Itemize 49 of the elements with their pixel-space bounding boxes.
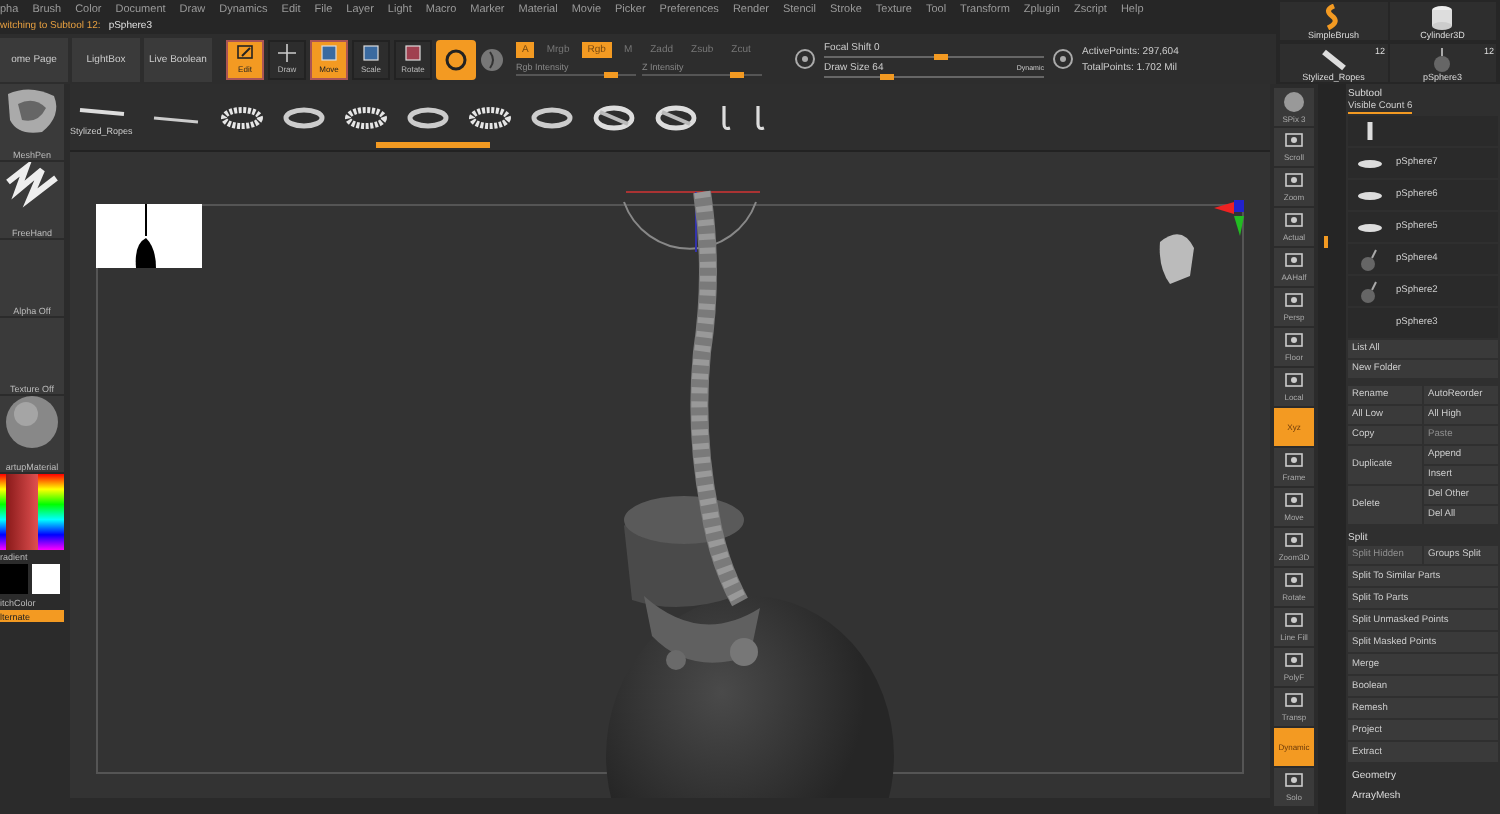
rope-ring-icon [530,105,575,129]
draw-icon [278,44,296,62]
monitor-icon [1284,652,1304,670]
rope-ring-icon [406,105,451,129]
monitor-icon [1284,492,1304,510]
head-orientation-icon[interactable] [1159,234,1194,284]
hook-icon [750,103,767,131]
rope-ring-icon [468,105,513,129]
secondary-color-swatch[interactable] [32,564,60,594]
dial-icon [794,48,816,70]
monitor-icon [1284,172,1304,190]
monitor-icon [1284,292,1304,310]
sphere-icon [480,47,504,71]
rope-ring-icon [282,105,327,129]
main-color-swatch[interactable] [0,564,28,594]
slider-thumb[interactable] [879,73,893,79]
color-picker[interactable] [0,474,64,550]
rope-ring-icon [344,105,389,129]
monitor-icon [1284,372,1304,390]
edit-icon [236,44,254,62]
knot-icon [654,103,699,131]
rope-ring-icon [220,105,265,129]
ring-button[interactable] [436,39,476,79]
slider-thumb[interactable] [934,53,948,59]
alpha-preview [96,204,202,268]
sphere-icon [1284,91,1304,111]
ring-icon [444,47,468,71]
slider-thumb[interactable] [730,72,744,78]
scroll-thumb[interactable] [1324,236,1328,248]
dial-icon [1052,48,1074,70]
monitor-icon [1284,452,1304,470]
material-icon [2,396,62,450]
monitor-icon [1284,132,1304,150]
knot-icon [592,103,637,131]
subtool-item[interactable] [1348,116,1498,146]
monitor-icon [1284,612,1304,630]
transform-gizmo[interactable] [623,191,761,253]
slider-thumb[interactable] [604,72,618,78]
monitor-icon [1284,332,1304,350]
axis-icon[interactable] [1214,200,1244,236]
monitor-icon [1284,692,1304,710]
monitor-icon [1284,572,1304,590]
monitor-icon [1284,772,1304,790]
hook-icon [716,103,733,131]
mesh-icon [2,84,62,138]
monitor-icon [1284,252,1304,270]
monitor-icon [1284,532,1304,550]
rope-icon [1317,45,1350,71]
monitor-icon [1284,212,1304,230]
